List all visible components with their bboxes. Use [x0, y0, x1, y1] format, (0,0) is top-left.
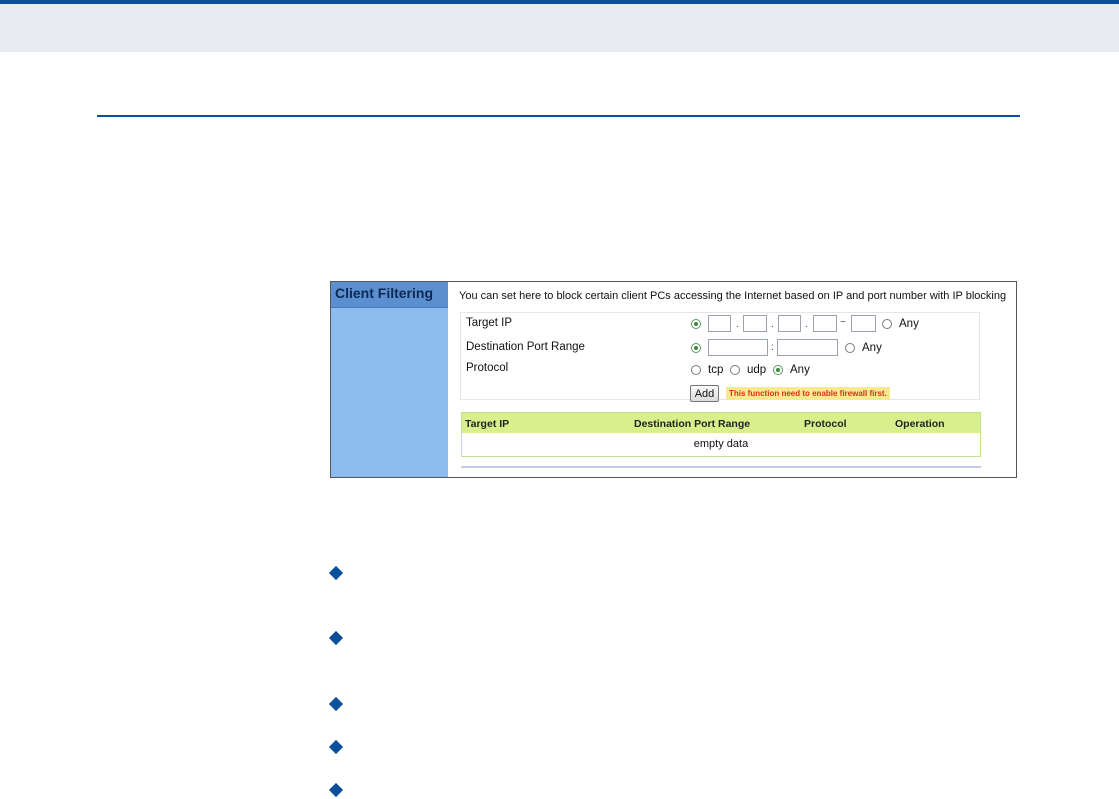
client-filtering-screenshot: Client Filtering You can set here to blo… [330, 281, 1017, 478]
col-dest-port-range: Destination Port Range [634, 418, 751, 430]
protocol-any-radio[interactable] [773, 365, 783, 375]
section-divider [97, 115, 1020, 117]
dest-port-any-label: Any [862, 342, 882, 354]
dest-port-label: Destination Port Range [466, 341, 585, 353]
rules-table-header: Target IP Destination Port Range Protoco… [462, 413, 980, 433]
protocol-udp-label: udp [747, 364, 767, 376]
sidebar [331, 282, 448, 477]
col-operation: Operation [895, 418, 945, 430]
bullet-icon [328, 565, 344, 581]
ip-range-tilde: ~ [840, 317, 846, 328]
ip-dot: . [736, 319, 739, 330]
ip-octet-2-input[interactable] [743, 315, 767, 332]
bullet-icon [328, 739, 344, 755]
empty-state: empty data [693, 438, 749, 450]
ip-range-end-input[interactable] [851, 315, 876, 332]
port-colon: : [771, 342, 774, 353]
dest-port-radio[interactable] [691, 343, 701, 353]
port-start-input[interactable] [708, 339, 768, 356]
rules-table: Target IP Destination Port Range Protoco… [461, 412, 981, 457]
protocol-any-label: Any [790, 364, 810, 376]
col-target-ip: Target IP [465, 418, 510, 430]
target-ip-radio[interactable] [691, 319, 701, 329]
dest-port-any-radio[interactable] [845, 343, 855, 353]
ip-dot: . [805, 319, 808, 330]
intro-text: You can set here to block certain client… [459, 290, 1007, 302]
target-ip-label: Target IP [466, 317, 513, 329]
ip-octet-3-input[interactable] [778, 315, 801, 332]
bullet-icon [328, 782, 344, 798]
sidebar-title: Client Filtering [331, 282, 448, 308]
protocol-label: Protocol [466, 362, 509, 374]
ip-dot: . [771, 319, 774, 330]
target-ip-any-radio[interactable] [882, 319, 892, 329]
protocol-udp-radio[interactable] [730, 365, 740, 375]
col-protocol: Protocol [804, 418, 847, 430]
bullet-icon [328, 630, 344, 646]
firewall-warning: This function need to enable firewall fi… [726, 387, 890, 400]
protocol-tcp-label: tcp [708, 364, 724, 376]
ip-octet-4-input[interactable] [813, 315, 837, 332]
ip-octet-1-input[interactable] [708, 315, 731, 332]
table-bottom-rule [461, 466, 981, 468]
add-button[interactable]: Add [690, 385, 719, 402]
bullet-icon [328, 696, 344, 712]
protocol-tcp-radio[interactable] [691, 365, 701, 375]
target-ip-any-label: Any [899, 318, 919, 330]
header-band [0, 4, 1119, 52]
port-end-input[interactable] [777, 339, 838, 356]
